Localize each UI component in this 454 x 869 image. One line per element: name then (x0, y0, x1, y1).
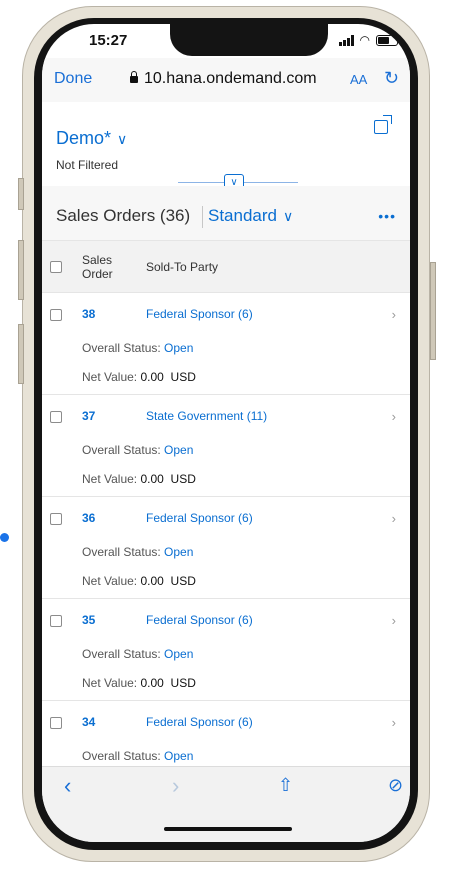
sold-to-party[interactable]: Federal Sponsor (6) (146, 715, 253, 729)
row-checkbox[interactable] (50, 411, 62, 423)
filter-bar: Demo* ∨ Not Filtered ∨ (42, 102, 410, 192)
blue-indicator-dot (0, 533, 9, 542)
more-options-icon[interactable]: ••• (378, 208, 396, 224)
table-header: Sales Order Sold-To Party (42, 240, 410, 293)
net-value-amount: 0.00 (140, 472, 164, 486)
net-value-label: Net Value: (82, 676, 138, 690)
share-icon[interactable] (374, 120, 388, 134)
sales-order-number[interactable]: 38 (82, 307, 95, 321)
toolbar-separator (202, 206, 203, 228)
net-value-label: Net Value: (82, 574, 138, 588)
status-value: Open (164, 443, 194, 457)
column-header-sales-order[interactable]: Sales Order (82, 253, 122, 281)
sales-orders-table: Sales Order Sold-To Party 38 Federal Spo… (42, 240, 410, 781)
chevron-right-icon[interactable]: › (392, 511, 396, 526)
dynamic-island-notch (170, 24, 328, 56)
reload-icon[interactable]: ↻ (384, 68, 399, 89)
net-value-currency: USD (170, 676, 196, 690)
table-row[interactable]: 37 State Government (11) › Overall Statu… (42, 395, 410, 497)
sold-to-party[interactable]: Federal Sponsor (6) (146, 613, 253, 627)
row-checkbox[interactable] (50, 717, 62, 729)
net-value-amount: 0.00 (140, 574, 164, 588)
select-all-checkbox[interactable] (50, 261, 62, 273)
status-value: Open (164, 341, 194, 355)
net-value-label: Net Value: (82, 472, 138, 486)
status-value: Open (164, 749, 194, 763)
overall-status-label: Overall Status: (82, 647, 161, 661)
net-value-currency: USD (170, 574, 196, 588)
table-title: Sales Orders (36) (56, 206, 191, 225)
net-value-currency: USD (170, 370, 196, 384)
home-indicator (164, 827, 292, 831)
battery-icon (376, 34, 400, 46)
net-value: Net Value: 0.00 USD (82, 574, 196, 588)
done-button[interactable]: Done (54, 70, 92, 88)
view-name: Standard (208, 206, 277, 225)
browser-url-bar: Done 10.hana.ondemand.com AA ↻ (42, 58, 410, 102)
sold-to-party[interactable]: Federal Sponsor (6) (146, 511, 253, 525)
sold-to-party[interactable]: Federal Sponsor (6) (146, 307, 253, 321)
row-checkbox[interactable] (50, 309, 62, 321)
overall-status-label: Overall Status: (82, 749, 161, 763)
sales-order-number[interactable]: 36 (82, 511, 95, 525)
chevron-right-icon[interactable]: › (392, 613, 396, 628)
net-value-amount: 0.00 (140, 370, 164, 384)
side-button-volume-down (18, 324, 24, 384)
overall-status: Overall Status: Open (82, 545, 193, 559)
chevron-right-icon[interactable]: › (392, 307, 396, 322)
net-value: Net Value: 0.00 USD (82, 676, 196, 690)
side-button-power (430, 262, 436, 360)
overall-status-label: Overall Status: (82, 545, 161, 559)
column-header-sold-to[interactable]: Sold-To Party (146, 260, 218, 274)
signal-icon (338, 34, 354, 46)
status-value: Open (164, 647, 194, 661)
browser-toolbar: ‹ › ⇧ ⊘ (42, 766, 410, 842)
sales-order-number[interactable]: 34 (82, 715, 95, 729)
sold-to-party[interactable]: State Government (11) (146, 409, 267, 423)
sales-order-number[interactable]: 37 (82, 409, 95, 423)
overall-status: Overall Status: Open (82, 647, 193, 661)
forward-icon[interactable]: › (172, 773, 179, 799)
table-row[interactable]: 35 Federal Sponsor (6) › Overall Status:… (42, 599, 410, 701)
overall-status: Overall Status: Open (82, 443, 193, 457)
filter-status: Not Filtered (56, 158, 119, 172)
phone-screen: 15:27 ◠ Done 10.hana.ondemand.com AA ↻ D… (42, 24, 410, 842)
sales-orders-section: Sales Orders (36) Standard ∨ ••• Sales Or… (42, 186, 410, 781)
net-value-label: Net Value: (82, 370, 138, 384)
chevron-down-icon: ∨ (283, 208, 294, 224)
table-row[interactable]: 36 Federal Sponsor (6) › Overall Status:… (42, 497, 410, 599)
back-icon[interactable]: ‹ (64, 773, 71, 799)
table-toolbar: Sales Orders (36) Standard ∨ ••• (42, 186, 410, 240)
chevron-right-icon[interactable]: › (392, 715, 396, 730)
chevron-right-icon[interactable]: › (392, 409, 396, 424)
overall-status: Overall Status: Open (82, 749, 193, 763)
status-time: 15:27 (89, 32, 128, 49)
text-size-button[interactable]: AA (350, 72, 367, 87)
side-button-volume-up (18, 240, 24, 300)
chevron-down-icon: ∨ (117, 131, 128, 147)
wifi-icon: ◠ (359, 33, 370, 47)
variant-name: Demo* (56, 128, 112, 148)
variant-selector[interactable]: Demo* ∨ (56, 128, 127, 149)
url-text: 10.hana.ondemand.com (144, 70, 317, 87)
row-checkbox[interactable] (50, 513, 62, 525)
table-row[interactable]: 38 Federal Sponsor (6) › Overall Status:… (42, 293, 410, 395)
net-value-currency: USD (170, 472, 196, 486)
share-sheet-icon[interactable]: ⇧ (278, 775, 293, 796)
side-button-action (18, 178, 24, 210)
compass-icon[interactable]: ⊘ (388, 775, 403, 796)
row-checkbox[interactable] (50, 615, 62, 627)
net-value: Net Value: 0.00 USD (82, 370, 196, 384)
overall-status: Overall Status: Open (82, 341, 193, 355)
overall-status-label: Overall Status: (82, 443, 161, 457)
sales-order-number[interactable]: 35 (82, 613, 95, 627)
net-value: Net Value: 0.00 USD (82, 472, 196, 486)
status-icons: ◠ (338, 33, 400, 47)
status-value: Open (164, 545, 194, 559)
net-value-amount: 0.00 (140, 676, 164, 690)
url-field[interactable]: 10.hana.ondemand.com (130, 70, 317, 88)
overall-status-label: Overall Status: (82, 341, 161, 355)
lock-icon (130, 71, 138, 83)
view-selector[interactable]: Standard ∨ (208, 206, 293, 226)
